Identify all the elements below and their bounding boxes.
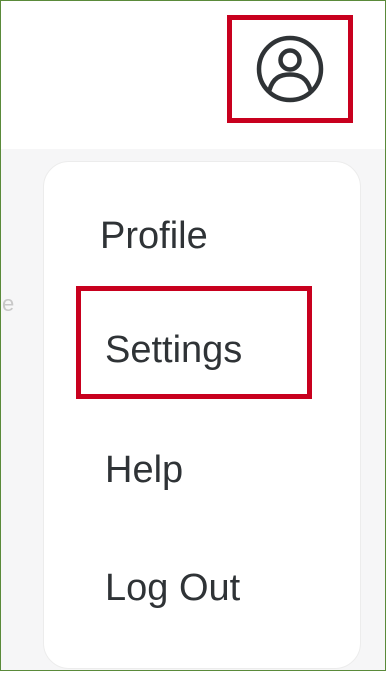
menu-item-label: Help [105,448,184,491]
menu-item-profile[interactable]: Profile [44,206,360,266]
user-circle-icon [254,33,326,105]
account-dropdown-menu: Profile Settings Help Log Out [43,161,361,669]
menu-item-label: Profile [100,214,208,257]
account-menu-button[interactable] [227,15,353,123]
menu-item-help[interactable]: Help [44,440,360,500]
app-frame: e Profile Settings Help Log Out [0,0,386,671]
menu-item-settings[interactable]: Settings [44,320,360,380]
truncated-text-fragment: e [2,291,15,316]
menu-item-log-out[interactable]: Log Out [44,558,360,618]
menu-item-label: Settings [105,328,243,371]
menu-item-label: Log Out [105,566,241,609]
